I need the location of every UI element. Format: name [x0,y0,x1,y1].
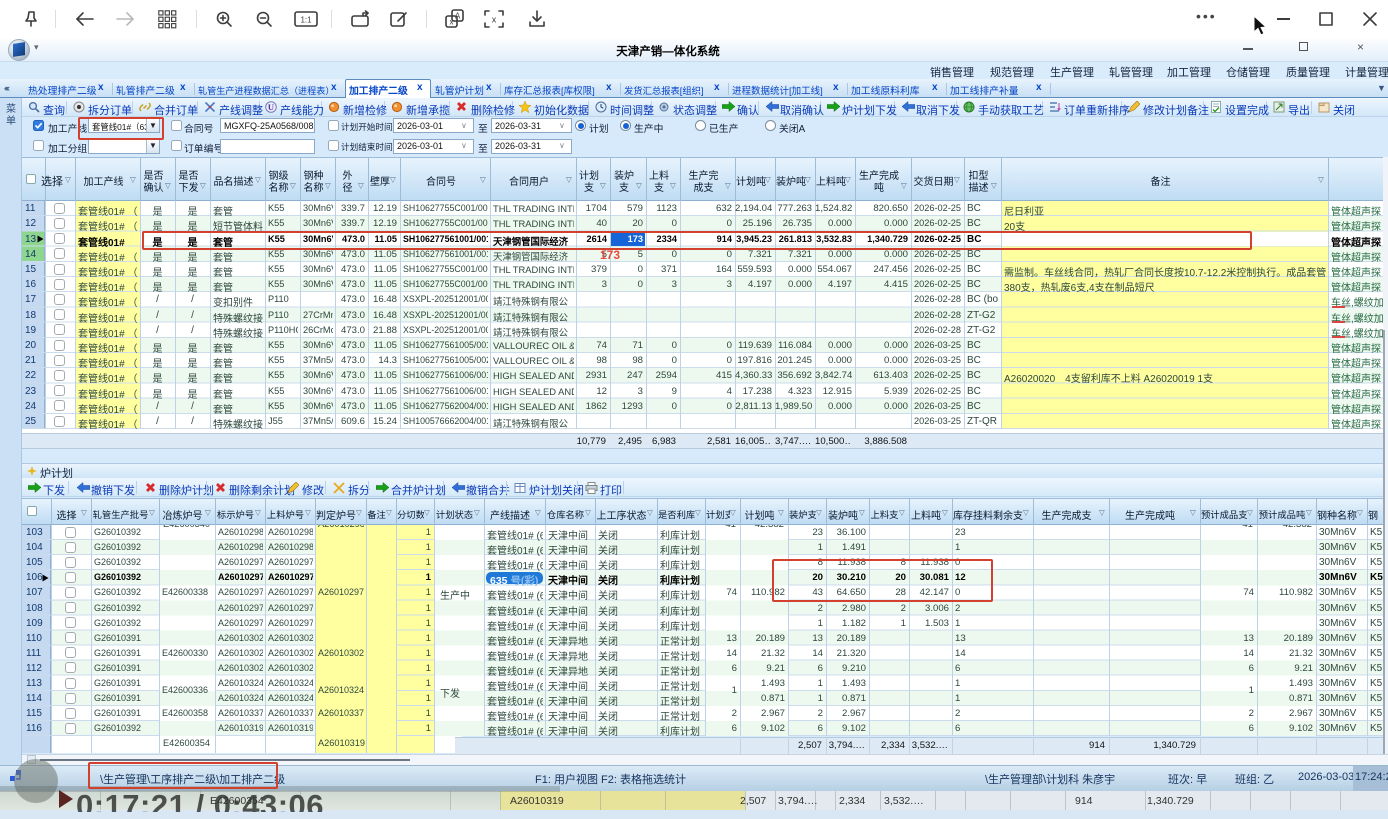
svg-text:1:1: 1:1 [300,16,312,25]
svg-text:x: x [450,18,454,27]
svg-text:U: U [268,102,274,112]
svg-text:x: x [492,15,497,25]
svg-text:A: A [455,12,461,21]
